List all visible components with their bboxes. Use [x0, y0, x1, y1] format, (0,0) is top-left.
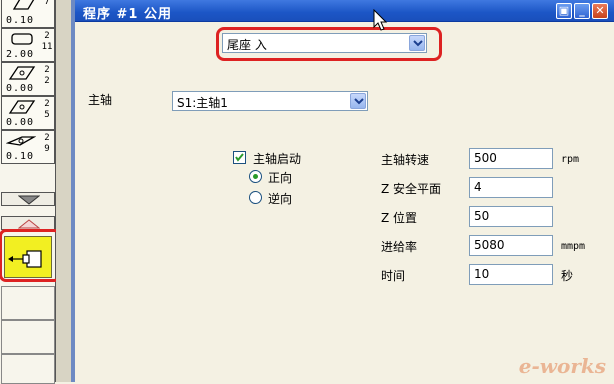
tool-slot-4[interactable]: 0.00 2 5 — [1, 96, 55, 130]
minimize-button[interactable]: _ — [574, 3, 590, 19]
spindle-label: 主轴 — [88, 93, 113, 107]
checkmark-icon — [235, 153, 244, 162]
pin-icon: ▣ — [558, 4, 570, 17]
spindle-start-checkbox[interactable] — [233, 151, 246, 164]
spindle-speed-unit: rpm — [561, 154, 580, 165]
triangle-up-icon — [18, 219, 40, 229]
rounded-rect-tool-icon — [11, 33, 33, 45]
empty-tool-slot — [1, 354, 55, 384]
tool-count: 7 — [44, 0, 50, 7]
z-safe-plane-input[interactable]: 4 — [469, 177, 553, 198]
chevron-down-icon — [354, 98, 364, 105]
spindle-start-label: 主轴启动 — [253, 152, 302, 166]
tool-value: 0.10 — [6, 15, 35, 26]
tool-count: 2 2 — [44, 65, 50, 86]
tool-value: 2.00 — [6, 49, 35, 60]
tool-value: 0.00 — [6, 117, 35, 128]
watermark-logo: e-works — [518, 354, 606, 378]
time-unit: 秒 — [561, 269, 574, 283]
time-label: 时间 — [381, 269, 406, 283]
operation-select-value: 尾座 入 — [227, 38, 267, 52]
feed-rate-unit: mmpm — [561, 241, 586, 252]
spindle-select[interactable]: S1:主轴1 — [172, 91, 368, 111]
z-safe-plane-label: Z 安全平面 — [381, 182, 442, 196]
operation-panel: 尾座 入 主轴 S1:主轴1 主轴启动 正向 逆向 主轴转速 500 rpm Z… — [75, 23, 614, 382]
tool-slot-2[interactable]: 2.00 2 11 — [1, 28, 55, 62]
tool-value: 0.00 — [6, 83, 35, 94]
radio-dot — [253, 174, 258, 179]
operation-select[interactable]: 尾座 入 — [222, 33, 427, 53]
minimize-icon: _ — [579, 4, 585, 17]
feed-rate-input[interactable]: 5080 — [469, 235, 553, 256]
parallelogram-tool-icon — [12, 0, 35, 10]
triangle-down-icon — [18, 195, 40, 205]
tool-count: 2 11 — [41, 31, 53, 52]
chevron-down-icon — [413, 40, 423, 47]
feed-rate-label: 进给率 — [381, 240, 418, 254]
tool-slot-1[interactable]: 0.10 7 — [1, 0, 55, 28]
spindle-select-value: S1:主轴1 — [177, 96, 228, 110]
tool-slot-5[interactable]: 0.10 2 9 — [1, 130, 55, 164]
z-position-label: Z 位置 — [381, 211, 418, 225]
direction-forward-label: 正向 — [268, 171, 293, 185]
tool-value: 0.10 — [6, 151, 35, 162]
tool-count: 2 5 — [44, 99, 50, 120]
highlight-ring — [0, 229, 61, 282]
diamond-insert-tool-icon — [6, 136, 36, 146]
spindle-speed-input[interactable]: 500 — [469, 148, 553, 169]
spindle-speed-label: 主轴转速 — [381, 153, 430, 167]
empty-tool-slot — [1, 286, 55, 320]
window-title: 程序 #1 公用 — [83, 7, 172, 22]
close-icon: ✕ — [595, 4, 605, 17]
tool-slot-3[interactable]: 0.00 2 2 — [1, 62, 55, 96]
pin-button[interactable]: ▣ — [556, 3, 572, 19]
tool-strip: 0.10 7 2.00 2 11 0.00 2 2 0.00 2 5 0.10 … — [0, 0, 61, 384]
direction-forward-radio[interactable] — [249, 170, 262, 183]
close-button[interactable]: ✕ — [592, 3, 608, 19]
title-bar[interactable]: 程序 #1 公用 ▣ _ ✕ — [75, 0, 614, 22]
insert-tool-icon — [8, 66, 36, 80]
scroll-down-button[interactable] — [1, 192, 55, 206]
scroll-up-button[interactable] — [1, 216, 55, 230]
operation-dropdown-button[interactable] — [409, 35, 425, 51]
tool-count: 2 9 — [44, 133, 50, 154]
insert-tool-icon — [8, 100, 36, 114]
empty-tool-slot — [1, 320, 55, 354]
time-input[interactable]: 10 — [469, 264, 553, 285]
mouse-cursor-icon — [373, 9, 388, 31]
spindle-dropdown-button[interactable] — [350, 93, 366, 109]
direction-reverse-label: 逆向 — [268, 192, 293, 206]
z-position-input[interactable]: 50 — [469, 206, 553, 227]
direction-reverse-radio[interactable] — [249, 191, 262, 204]
